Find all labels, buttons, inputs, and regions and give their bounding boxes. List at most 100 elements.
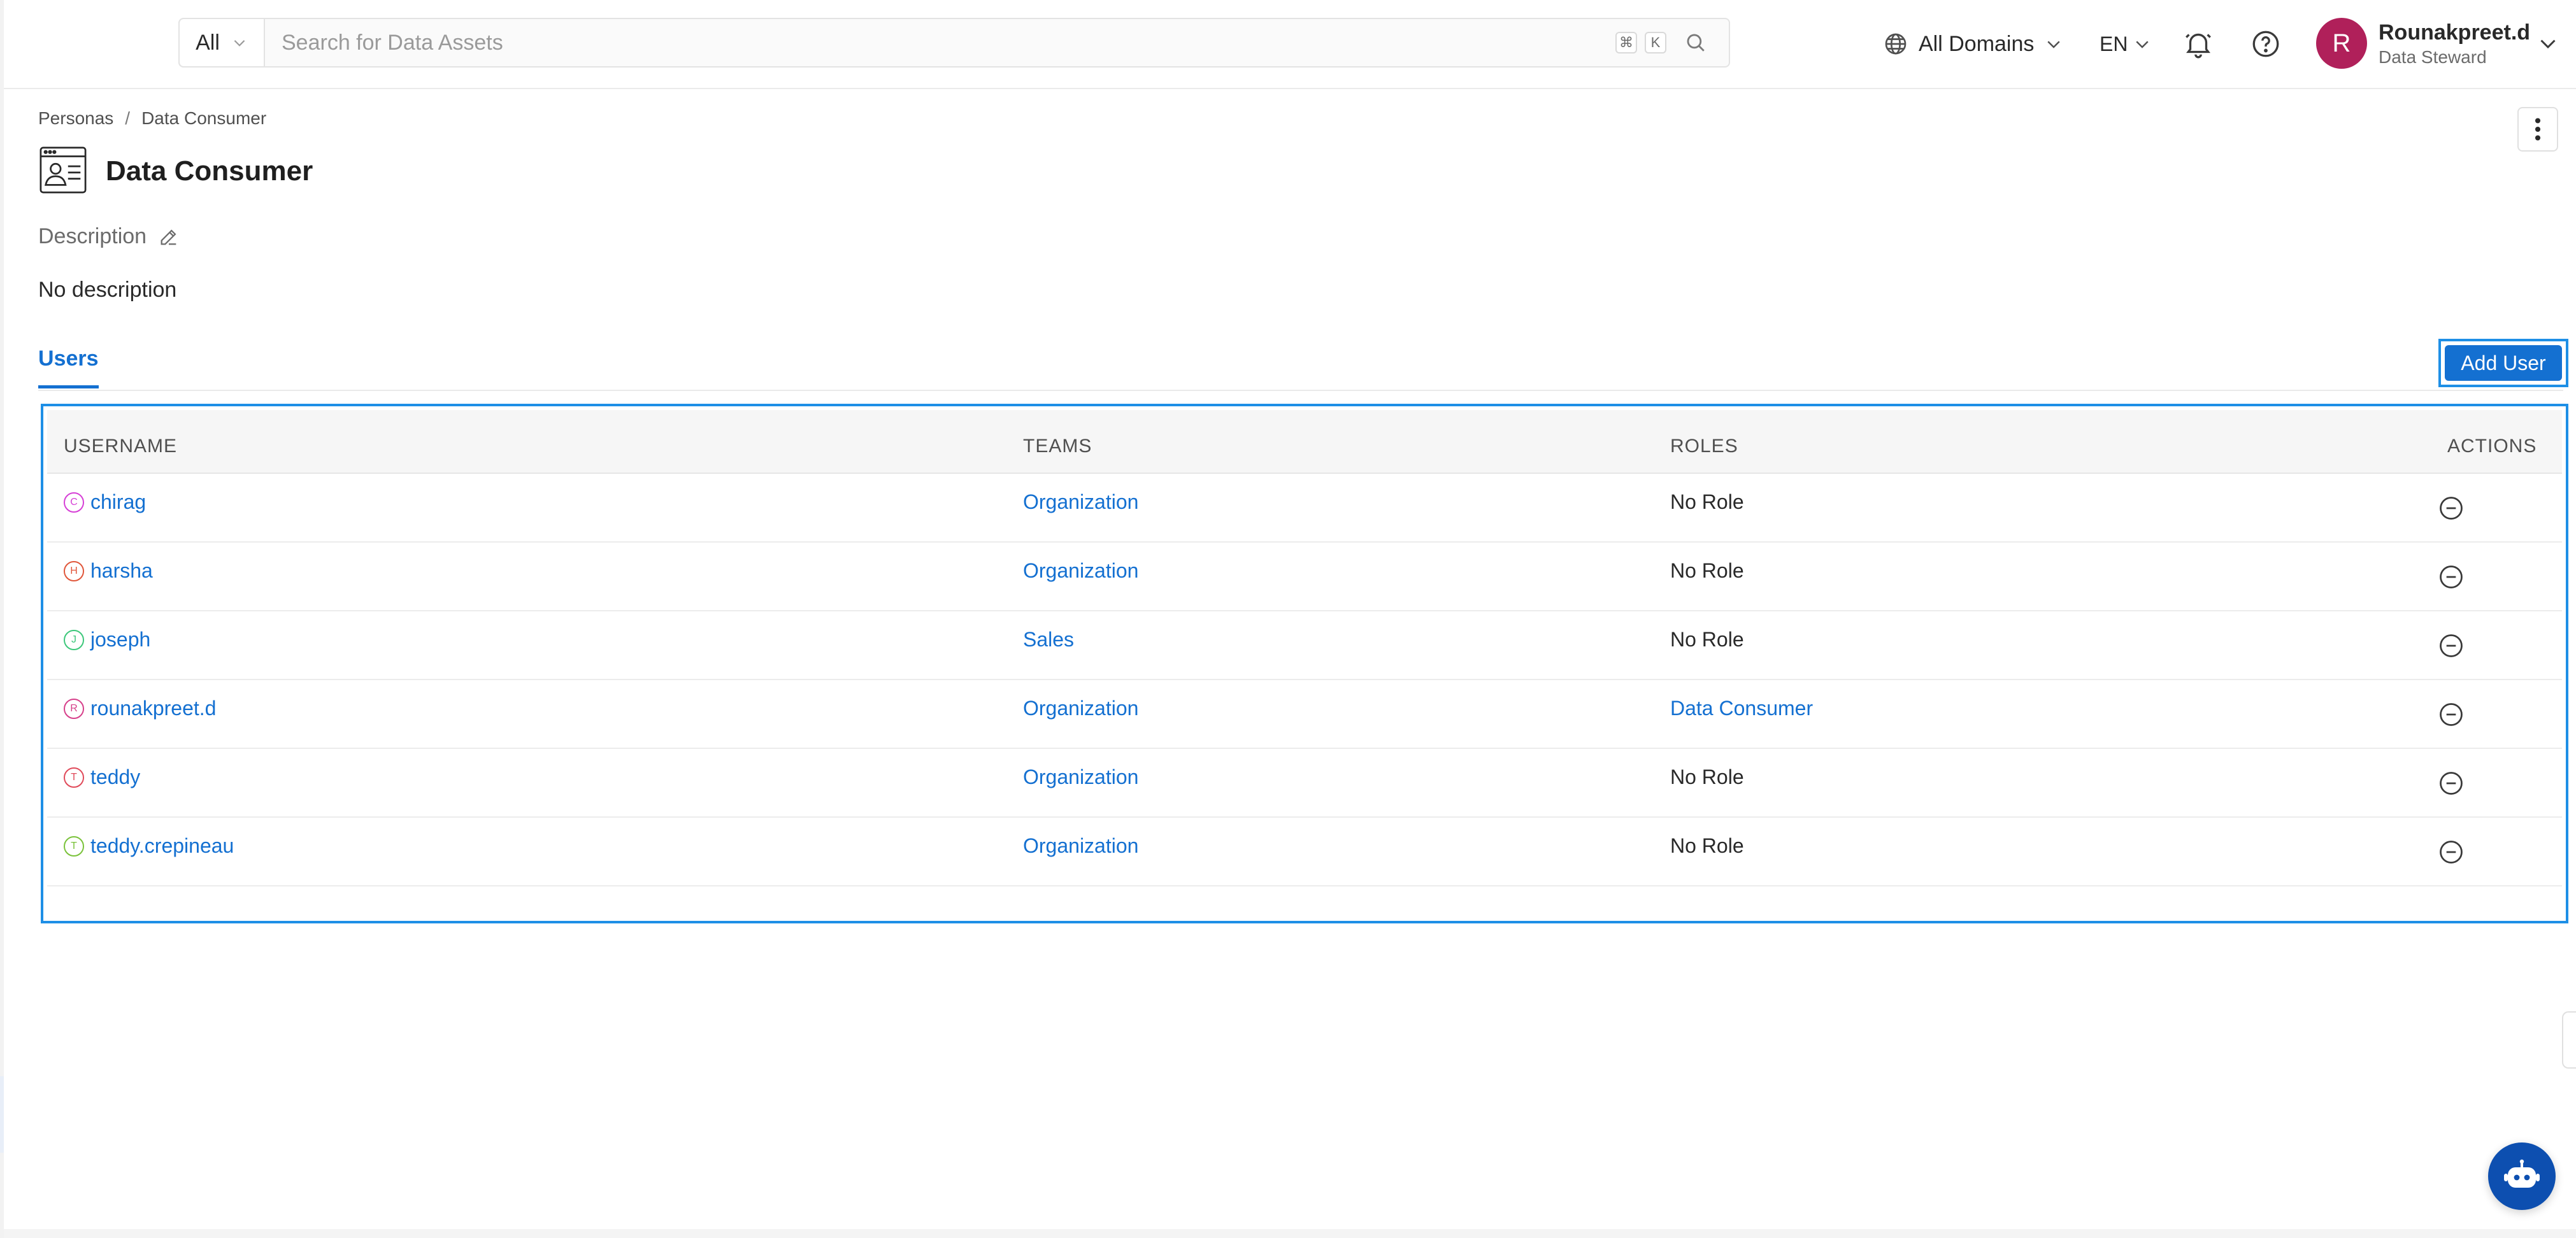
username-link[interactable]: teddy.crepineau xyxy=(90,834,234,858)
user-avatar-initial: T xyxy=(71,840,77,851)
username-cell: H harsha xyxy=(64,559,153,583)
user-avatar-small: R xyxy=(64,698,84,719)
role-value: No Role xyxy=(1670,834,1744,857)
chatbot-button[interactable] xyxy=(2488,1142,2556,1210)
role-value: No Role xyxy=(1670,559,1744,582)
user-avatar-initial: R xyxy=(70,702,78,714)
domain-selector[interactable]: All Domains xyxy=(1883,24,2063,64)
remove-user-button[interactable] xyxy=(2437,490,2465,527)
team-link[interactable]: Organization xyxy=(1023,697,1138,720)
user-avatar-initial: R xyxy=(2332,29,2351,57)
table-row: T teddy Organization No Role xyxy=(47,749,2562,818)
search-input[interactable] xyxy=(265,19,1615,66)
username-link[interactable]: joseph xyxy=(90,628,150,651)
user-avatar-small: H xyxy=(64,560,84,581)
chatbot-icon xyxy=(2504,1159,2540,1188)
minus-circle-icon xyxy=(2440,497,2463,520)
minus-circle-icon xyxy=(2440,772,2463,795)
global-search: All ⌘ K xyxy=(178,18,1730,68)
bell-icon[interactable] xyxy=(2182,28,2214,60)
user-avatar-small: C xyxy=(64,492,84,513)
remove-user-button[interactable] xyxy=(2437,628,2465,665)
table-row: R rounakpreet.d Organization Data Consum… xyxy=(47,680,2562,749)
search-scope-label: All xyxy=(196,30,220,55)
team-link[interactable]: Sales xyxy=(1023,628,1074,651)
persona-icon xyxy=(39,146,87,194)
table-footer xyxy=(47,886,2562,926)
users-table-highlight: USERNAME TEAMS ROLES ACTIONS C chirag Or… xyxy=(41,404,2568,923)
team-link[interactable]: Organization xyxy=(1023,490,1138,514)
team-link[interactable]: Organization xyxy=(1023,834,1138,858)
chevron-down-icon xyxy=(2047,41,2061,48)
left-rail xyxy=(0,0,4,1238)
team-link[interactable]: Organization xyxy=(1023,559,1138,583)
remove-user-button[interactable] xyxy=(2437,559,2465,596)
username-link[interactable]: harsha xyxy=(90,559,153,583)
table-header: USERNAME TEAMS ROLES ACTIONS xyxy=(47,410,2562,474)
column-header-actions: ACTIONS xyxy=(2447,436,2537,457)
column-header-teams: TEAMS xyxy=(1023,436,1092,457)
breadcrumb: Personas / Data Consumer xyxy=(38,108,266,129)
table-row: T teddy.crepineau Organization No Role xyxy=(47,818,2562,886)
domain-selector-label: All Domains xyxy=(1919,31,2035,56)
role-value[interactable]: Data Consumer xyxy=(1670,697,1813,720)
username-link[interactable]: rounakpreet.d xyxy=(90,697,216,720)
user-avatar-small: T xyxy=(64,836,84,857)
table-row: C chirag Organization No Role xyxy=(47,474,2562,543)
more-actions-button[interactable] xyxy=(2517,107,2558,152)
help-icon[interactable] xyxy=(2250,28,2282,60)
table-body: C chirag Organization No Role H harsha O… xyxy=(47,474,2562,886)
left-rail-marker xyxy=(0,1076,4,1153)
user-avatar-initial: T xyxy=(71,771,77,783)
user-avatar[interactable]: R xyxy=(2316,18,2367,69)
shortcut-cmd-key: ⌘ xyxy=(1615,32,1637,53)
remove-user-button[interactable] xyxy=(2437,697,2465,734)
username-link[interactable]: chirag xyxy=(90,490,146,514)
add-user-button[interactable]: Add User xyxy=(2445,345,2562,381)
user-avatar-initial: C xyxy=(70,496,78,508)
description-text: No description xyxy=(38,278,177,302)
minus-circle-icon xyxy=(2440,634,2463,657)
breadcrumb-data-consumer[interactable]: Data Consumer xyxy=(141,108,266,129)
username-cell: C chirag xyxy=(64,490,146,514)
user-avatar-small: T xyxy=(64,767,84,788)
page-title: Data Consumer xyxy=(106,155,313,187)
remove-user-button[interactable] xyxy=(2437,765,2465,802)
tabs-divider xyxy=(38,390,2563,391)
user-avatar-initial: J xyxy=(71,634,76,645)
table-row: H harsha Organization No Role xyxy=(47,543,2562,611)
users-table: USERNAME TEAMS ROLES ACTIONS C chirag Or… xyxy=(47,410,2562,926)
username-cell: T teddy.crepineau xyxy=(64,834,234,858)
chevron-down-icon xyxy=(2136,41,2149,48)
column-header-roles: ROLES xyxy=(1670,436,1738,457)
search-scope-dropdown[interactable]: All xyxy=(180,19,265,66)
minus-circle-icon xyxy=(2440,841,2463,864)
tab-users[interactable]: Users xyxy=(38,346,99,388)
top-navbar: All ⌘ K All Domains EN R R xyxy=(4,0,2576,89)
role-value: No Role xyxy=(1670,490,1744,513)
side-drawer-tab[interactable] xyxy=(2562,1011,2576,1069)
chevron-down-icon xyxy=(234,39,245,46)
user-role: Data Steward xyxy=(2379,47,2487,67)
user-name: Rounakpreet.d xyxy=(2379,20,2531,45)
description-label: Description xyxy=(38,224,147,248)
language-label: EN xyxy=(2100,32,2128,55)
kebab-menu-icon xyxy=(2535,118,2541,141)
chevron-down-icon[interactable] xyxy=(2537,32,2559,55)
search-icon[interactable] xyxy=(1682,29,1710,57)
app-root: All ⌘ K All Domains EN R R xyxy=(0,0,2576,1238)
remove-user-button[interactable] xyxy=(2437,834,2465,871)
pencil-icon[interactable] xyxy=(158,226,180,248)
role-value: No Role xyxy=(1670,628,1744,651)
username-cell: J joseph xyxy=(64,628,150,651)
description-section: Description xyxy=(38,224,180,249)
breadcrumb-personas[interactable]: Personas xyxy=(38,108,113,129)
team-link[interactable]: Organization xyxy=(1023,765,1138,789)
column-header-username: USERNAME xyxy=(64,436,178,457)
user-avatar-small: J xyxy=(64,629,84,650)
role-value: No Role xyxy=(1670,765,1744,788)
language-selector[interactable]: EN xyxy=(2100,24,2152,64)
shortcut-k-key: K xyxy=(1645,32,1666,53)
globe-icon xyxy=(1885,33,1907,55)
username-link[interactable]: teddy xyxy=(90,765,140,789)
